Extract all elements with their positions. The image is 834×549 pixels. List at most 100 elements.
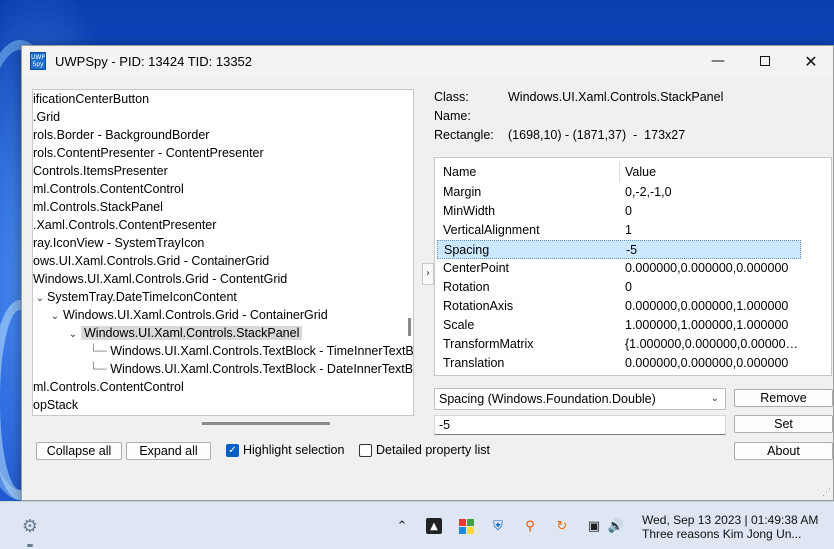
tree-connector: └─ — [89, 344, 107, 358]
splitter-chevron-right-icon[interactable]: › — [422, 263, 434, 285]
property-name: Spacing — [444, 243, 490, 257]
property-value: 0,-2,-1,0 — [625, 185, 672, 199]
tree-item[interactable]: ows.UI.Xaml.Controls.Grid - ContainerGri… — [33, 252, 269, 270]
property-name: VerticalAlignment — [443, 223, 540, 237]
property-type-select[interactable]: Spacing (Windows.Foundation.Double) ⌄ — [434, 388, 726, 410]
highlight-selection-checkbox[interactable]: ✓ — [226, 444, 239, 457]
property-name: RotationAxis — [443, 299, 514, 313]
maximize-icon — [760, 56, 770, 66]
tree-item[interactable]: opStack — [33, 396, 78, 414]
sync-icon[interactable]: ↻ — [554, 518, 570, 534]
window-title: UWPSpy - PID: 13424 TID: 13352 — [55, 54, 253, 69]
property-row[interactable]: Margin 0,-2,-1,0 — [437, 183, 801, 202]
property-row[interactable]: Rotation 0 — [437, 278, 801, 297]
tree-item[interactable]: └─ Windows.UI.Xaml.Controls.TextBlock - … — [89, 342, 413, 360]
minimize-icon: — — [711, 53, 725, 69]
tree-item[interactable]: ml.Controls.ContentControl — [33, 378, 184, 396]
property-name: TransformMatrix — [443, 337, 534, 351]
tree-item[interactable]: ml.Controls.ContentControl — [33, 180, 184, 198]
property-name: Margin — [443, 185, 482, 199]
tree-item[interactable]: rols.ContentPresenter - ContentPresenter — [33, 144, 264, 162]
property-value: 0.000000,0.000000,0.000000 — [625, 261, 789, 275]
tree-item[interactable]: .Xaml.Controls.ContentPresenter — [33, 216, 216, 234]
close-button[interactable]: ✕ — [788, 46, 834, 76]
tree-item-selected[interactable]: ⌄ Windows.UI.Xaml.Controls.StackPanel — [65, 324, 303, 344]
class-label: Class: — [434, 90, 469, 104]
tree-item[interactable]: └─ Windows.UI.Xaml.Controls.TextBlock - … — [89, 360, 413, 378]
detailed-property-list-checkbox[interactable] — [359, 444, 372, 457]
about-button[interactable]: About — [734, 442, 833, 460]
chevron-down-icon[interactable]: ⌄ — [47, 308, 63, 326]
property-row[interactable]: CenterPoint 0.000000,0.000000,0.000000 — [437, 259, 801, 278]
property-type-select-value: Spacing (Windows.Foundation.Double) — [439, 392, 656, 406]
maximize-button[interactable] — [742, 46, 788, 76]
property-value-input[interactable]: -5 — [434, 415, 726, 435]
name-label: Name: — [434, 109, 471, 123]
highlight-selection-label[interactable]: Highlight selection — [243, 443, 344, 457]
minimize-button[interactable]: — — [695, 46, 741, 76]
property-row[interactable]: VerticalAlignment 1 — [437, 221, 801, 240]
tree-item[interactable]: ml.Controls.StackPanel — [33, 198, 163, 216]
chevron-down-icon[interactable]: ⌄ — [65, 326, 81, 344]
uwpspy-app-icon: UWP Spy — [30, 52, 46, 70]
shield-icon[interactable]: ⛨ — [490, 518, 506, 534]
tree-item[interactable]: rols.Border - BackgroundBorder — [33, 126, 209, 144]
tree-item[interactable]: Windows.UI.Xaml.Controls.Grid - ContentG… — [33, 270, 287, 288]
tree-item[interactable]: ⌄ Windows.UI.Xaml.Controls.Grid - Contain… — [47, 306, 328, 324]
property-row[interactable]: TransformMatrix {1.000000,0.000000,0.000… — [437, 335, 801, 354]
volume-icon[interactable]: 🔊 — [608, 518, 624, 534]
chevron-up-icon[interactable]: ⌃ — [394, 518, 410, 534]
column-header-name[interactable]: Name — [443, 162, 476, 182]
collapse-all-button[interactable]: Collapse all — [36, 442, 122, 460]
gear-icon[interactable]: ⚙ — [18, 514, 42, 538]
property-row[interactable]: Translation 0.000000,0.000000,0.000000 — [437, 354, 801, 373]
property-value: -5 — [626, 243, 638, 257]
colorful-grid-icon[interactable] — [458, 518, 474, 534]
element-tree[interactable]: ificationCenterButton .Grid rols.Border … — [32, 89, 414, 416]
tree-item[interactable]: ray.IconView - SystemTrayIcon — [33, 234, 204, 252]
property-value: 0.000000,0.000000,1.000000 — [625, 299, 789, 313]
property-name: CenterPoint — [443, 261, 510, 275]
remove-button[interactable]: Remove — [734, 389, 833, 407]
property-row[interactable]: MinWidth 0 — [437, 202, 801, 221]
clock-datetime: Wed, Sep 13 2023 | 01:49:38 AM — [642, 513, 819, 527]
news-ticker: Three reasons Kim Jong Un... — [642, 527, 802, 541]
chevron-down-icon[interactable]: ⌄ — [33, 290, 47, 308]
property-value: 0.000000,0.000000,0.000000 — [625, 356, 789, 370]
property-name: Rotation — [443, 280, 490, 294]
expand-all-button[interactable]: Expand all — [126, 442, 211, 460]
resize-grip-icon[interactable]: ⋰ — [822, 488, 831, 498]
property-name: MinWidth — [443, 204, 496, 218]
rectangle-label: Rectangle: — [434, 128, 494, 142]
tree-item[interactable]: Controls.ItemsPresenter — [33, 162, 168, 180]
search-key-icon[interactable]: ⚲ — [522, 518, 538, 534]
tree-vertical-scrollbar[interactable] — [408, 318, 411, 336]
property-row-selected[interactable]: Spacing -5 — [437, 240, 801, 259]
active-indicator — [27, 544, 33, 547]
column-separator[interactable] — [619, 162, 620, 182]
tree-item[interactable]: .Grid — [33, 108, 60, 126]
set-button[interactable]: Set — [734, 415, 833, 433]
clock-area[interactable]: Wed, Sep 13 2023 | 01:49:38 AM Three rea… — [642, 513, 822, 541]
tree-connector: └─ — [89, 362, 107, 376]
property-row[interactable]: RotationAxis 0.000000,0.000000,1.000000 — [437, 297, 801, 316]
rectangle-value: (1698,10) - (1871,37) - 173x27 — [508, 128, 686, 142]
class-value: Windows.UI.Xaml.Controls.StackPanel — [508, 90, 724, 104]
tree-item[interactable]: ificationCenterButton — [33, 90, 149, 108]
property-value: 1 — [625, 223, 632, 237]
wolf-icon[interactable]: ▲ — [426, 518, 442, 534]
property-value: {1.000000,0.000000,0.000000,0.... — [625, 337, 801, 351]
detailed-property-list-label[interactable]: Detailed property list — [376, 443, 490, 457]
taskbar: ⚙ ⌃ ▲ ⛨ ⚲ ↻ ▣ 🔊 Wed, Sep 13 2023 | 01:49… — [0, 501, 834, 549]
property-value: 0 — [625, 204, 632, 218]
tree-horizontal-scrollbar[interactable] — [202, 422, 330, 425]
property-value: 0 — [625, 280, 632, 294]
property-row[interactable]: Scale 1.000000,1.000000,1.000000 — [437, 316, 801, 335]
close-icon: ✕ — [804, 51, 818, 71]
title-bar[interactable]: UWP Spy UWPSpy - PID: 13424 TID: 13352 —… — [22, 46, 833, 76]
property-list[interactable]: Name Value Margin 0,-2,-1,0 MinWidth 0 V… — [434, 157, 832, 376]
property-name: Translation — [443, 356, 505, 370]
tree-item[interactable]: ⌄ SystemTray.DateTimeIconContent — [33, 288, 237, 306]
display-icon[interactable]: ▣ — [586, 518, 602, 534]
column-header-value[interactable]: Value — [625, 162, 656, 182]
